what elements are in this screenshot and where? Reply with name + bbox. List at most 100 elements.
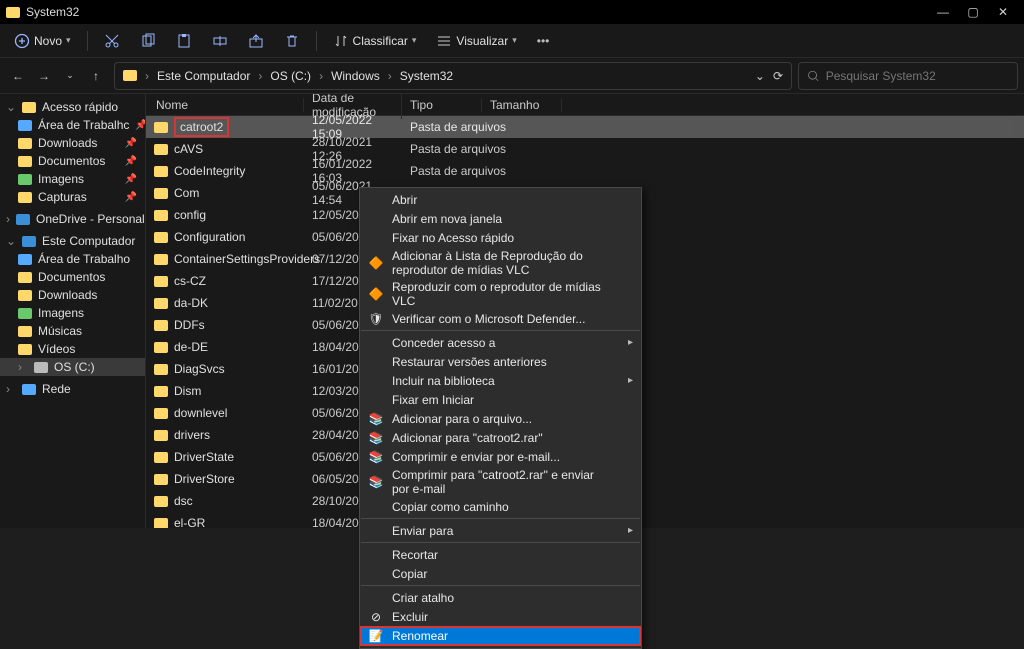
sidebar-item[interactable]: Vídeos bbox=[0, 340, 145, 358]
delete-circle-icon: ⊘ bbox=[368, 609, 384, 625]
archive-icon: 📚 bbox=[368, 449, 384, 465]
file-name: de-DE bbox=[174, 340, 208, 354]
folder-icon bbox=[154, 320, 168, 331]
ctx-rename[interactable]: 📝Renomear bbox=[360, 626, 641, 646]
sidebar-item[interactable]: Downloads bbox=[0, 286, 145, 304]
ctx-compress-catroot-email[interactable]: 📚Comprimir para "catroot2.rar" e enviar … bbox=[360, 466, 641, 497]
scissors-icon bbox=[104, 33, 120, 49]
ctx-pin-start[interactable]: Fixar em Iniciar bbox=[360, 390, 641, 409]
file-row[interactable]: cAVS28/10/2021 12:26Pasta de arquivos bbox=[146, 138, 1024, 160]
item-icon bbox=[18, 308, 32, 319]
search-input[interactable] bbox=[826, 69, 1009, 83]
ctx-pin-quick-access[interactable]: Fixar no Acesso rápido bbox=[360, 228, 641, 247]
sidebar-item[interactable]: Documentos bbox=[0, 268, 145, 286]
file-name: da-DK bbox=[174, 296, 208, 310]
expander-icon: › bbox=[18, 360, 28, 374]
sidebar-quick-access[interactable]: ⌄ Acesso rápido bbox=[0, 98, 145, 116]
copy-button[interactable] bbox=[132, 28, 164, 54]
rename-button[interactable] bbox=[204, 28, 236, 54]
col-size[interactable]: Tamanho bbox=[482, 98, 562, 112]
chevron-right-icon: › bbox=[145, 69, 149, 83]
sidebar-item[interactable]: Área de Trabalhc📌 bbox=[0, 116, 145, 134]
sidebar-item[interactable]: Imagens📌 bbox=[0, 170, 145, 188]
file-name: DDFs bbox=[174, 318, 205, 332]
ctx-copy[interactable]: Copiar bbox=[360, 564, 641, 583]
breadcrumb-4[interactable]: System32 bbox=[400, 69, 453, 83]
sort-button[interactable]: Classificar ▾ bbox=[325, 28, 425, 54]
paste-icon bbox=[176, 33, 192, 49]
forward-button[interactable]: → bbox=[32, 64, 56, 88]
archive-icon: 📚 bbox=[368, 474, 384, 490]
folder-icon bbox=[154, 386, 168, 397]
pin-icon: 📌 bbox=[125, 174, 137, 185]
breadcrumb-3[interactable]: Windows bbox=[331, 69, 380, 83]
file-name: Configuration bbox=[174, 230, 245, 244]
ctx-open-new-window[interactable]: Abrir em nova janela bbox=[360, 209, 641, 228]
back-button[interactable]: ← bbox=[6, 64, 30, 88]
file-name: Com bbox=[174, 186, 199, 200]
ctx-open[interactable]: Abrir bbox=[360, 190, 641, 209]
sidebar-item[interactable]: Músicas bbox=[0, 322, 145, 340]
ctx-delete[interactable]: ⊘Excluir bbox=[360, 607, 641, 626]
sidebar-network[interactable]: › Rede bbox=[0, 380, 145, 398]
file-name: el-GR bbox=[174, 516, 205, 528]
refresh-icon[interactable]: ⟳ bbox=[773, 69, 783, 83]
file-name: dsc bbox=[174, 494, 193, 508]
ctx-compress-email[interactable]: 📚Comprimir e enviar por e-mail... bbox=[360, 447, 641, 466]
cut-button[interactable] bbox=[96, 28, 128, 54]
breadcrumb-1[interactable]: Este Computador bbox=[157, 69, 250, 83]
share-button[interactable] bbox=[240, 28, 272, 54]
file-name: drivers bbox=[174, 428, 210, 442]
ctx-grant-access[interactable]: Conceder acesso a bbox=[360, 333, 641, 352]
file-type: Pasta de arquivos bbox=[402, 164, 532, 178]
sidebar-item[interactable]: Documentos📌 bbox=[0, 152, 145, 170]
view-button[interactable]: Visualizar ▾ bbox=[428, 28, 524, 54]
scrollbar-thumb[interactable] bbox=[1014, 116, 1022, 138]
copy-icon bbox=[140, 33, 156, 49]
expander-icon: › bbox=[6, 212, 10, 226]
ctx-copy-path[interactable]: Copiar como caminho bbox=[360, 497, 641, 516]
chevron-down-icon[interactable]: ⌄ bbox=[755, 69, 765, 83]
maximize-button[interactable]: ▢ bbox=[958, 0, 988, 24]
sidebar-item[interactable]: ›OS (C:) bbox=[0, 358, 145, 376]
ctx-add-archive[interactable]: 📚Adicionar para o arquivo... bbox=[360, 409, 641, 428]
scrollbar[interactable] bbox=[1012, 116, 1022, 528]
ctx-send-to[interactable]: Enviar para bbox=[360, 521, 641, 540]
new-button[interactable]: Novo ▾ bbox=[6, 28, 79, 54]
sidebar-this-pc[interactable]: ⌄ Este Computador bbox=[0, 232, 145, 250]
item-icon bbox=[18, 326, 32, 337]
vlc-icon: 🔶 bbox=[368, 255, 384, 271]
ctx-vlc-play[interactable]: 🔶Reproduzir com o reprodutor de mídias V… bbox=[360, 278, 641, 309]
ctx-include-library[interactable]: Incluir na biblioteca bbox=[360, 371, 641, 390]
address-bar[interactable]: › Este Computador › OS (C:) › Windows › … bbox=[114, 62, 792, 90]
minimize-button[interactable]: — bbox=[928, 0, 958, 24]
col-name[interactable]: Nome bbox=[146, 98, 304, 112]
delete-button[interactable] bbox=[276, 28, 308, 54]
window-icon bbox=[6, 7, 20, 18]
breadcrumb-2[interactable]: OS (C:) bbox=[270, 69, 311, 83]
separator bbox=[361, 542, 640, 543]
sidebar-item[interactable]: Downloads📌 bbox=[0, 134, 145, 152]
folder-icon bbox=[154, 430, 168, 441]
ctx-cut[interactable]: Recortar bbox=[360, 545, 641, 564]
paste-button[interactable] bbox=[168, 28, 200, 54]
file-row[interactable]: catroot212/05/2022 15:09Pasta de arquivo… bbox=[146, 116, 1024, 138]
more-button[interactable]: ••• bbox=[529, 28, 558, 54]
sidebar-onedrive[interactable]: › OneDrive - Personal bbox=[0, 210, 145, 228]
recent-button[interactable]: ⌄ bbox=[58, 64, 82, 88]
view-icon bbox=[436, 33, 452, 49]
ctx-add-catroot-rar[interactable]: 📚Adicionar para "catroot2.rar" bbox=[360, 428, 641, 447]
up-button[interactable]: ↑ bbox=[84, 64, 108, 88]
sidebar-item[interactable]: Capturas📌 bbox=[0, 188, 145, 206]
ctx-vlc-playlist[interactable]: 🔶Adicionar à Lista de Reprodução do repr… bbox=[360, 247, 641, 278]
sidebar-item[interactable]: Imagens bbox=[0, 304, 145, 322]
ctx-create-shortcut[interactable]: Criar atalho bbox=[360, 588, 641, 607]
ctx-restore-versions[interactable]: Restaurar versões anteriores bbox=[360, 352, 641, 371]
col-type[interactable]: Tipo bbox=[402, 98, 482, 112]
ctx-defender[interactable]: 🛡Verificar com o Microsoft Defender... bbox=[360, 309, 641, 328]
sidebar-item[interactable]: Área de Trabalho bbox=[0, 250, 145, 268]
file-row[interactable]: CodeIntegrity16/01/2022 16:03Pasta de ar… bbox=[146, 160, 1024, 182]
search-box[interactable] bbox=[798, 62, 1018, 90]
close-button[interactable]: ✕ bbox=[988, 0, 1018, 24]
file-type: Pasta de arquivos bbox=[402, 120, 532, 134]
